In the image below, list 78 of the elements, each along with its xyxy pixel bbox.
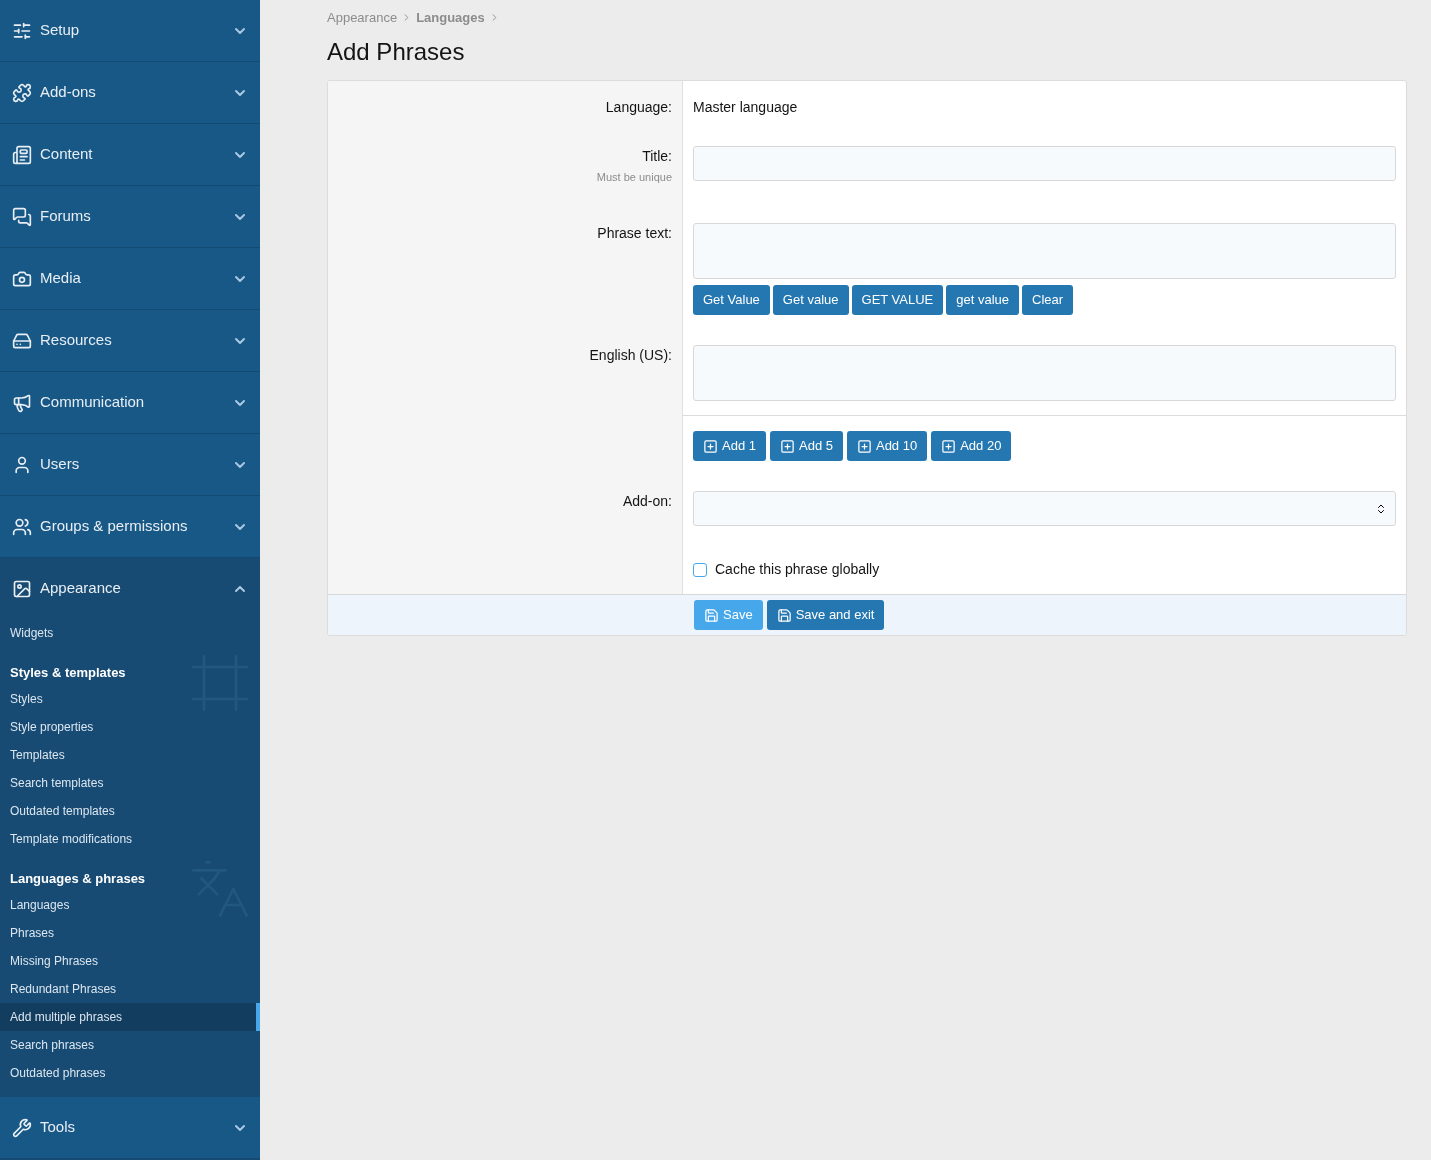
cache-label: Cache this phrase globally xyxy=(715,560,880,579)
get-value-button[interactable]: Get Value xyxy=(693,285,770,315)
add-button[interactable]: Add 20 xyxy=(931,431,1012,461)
get-value-button[interactable]: get value xyxy=(946,285,1020,315)
plus-icon xyxy=(941,438,957,454)
sidebar-section-header[interactable]: Setup xyxy=(0,0,260,61)
save-and-exit-button[interactable]: Save and exit xyxy=(766,600,885,630)
sidebar-section-label: Add-ons xyxy=(40,82,97,103)
sidebar-section-header[interactable]: Media xyxy=(0,248,260,309)
language-value: Master language xyxy=(693,97,799,117)
sidebar-section-header[interactable]: Users xyxy=(0,434,260,495)
sidebar-group-heading: Styles & templates xyxy=(10,663,126,682)
field-label: English (US): xyxy=(588,346,672,365)
sidebar-section-header[interactable]: Resources xyxy=(0,310,260,371)
sidebar-section-header[interactable]: Appearance xyxy=(0,558,260,619)
english-input[interactable] xyxy=(693,345,1396,401)
wrench-icon xyxy=(12,1117,32,1138)
add-button[interactable]: Add 1 xyxy=(693,431,766,461)
field-label: Language: xyxy=(604,97,672,117)
sidebar-section-label: Groups & permissions xyxy=(40,516,189,537)
sidebar-section-header[interactable]: Tools xyxy=(0,1097,260,1158)
plus-icon xyxy=(703,438,718,454)
add-button[interactable]: Add 5 xyxy=(770,431,843,461)
sidebar-section-header[interactable]: Add-ons xyxy=(0,62,260,123)
sidebar-section-label: Media xyxy=(40,268,82,289)
add-button[interactable]: Add 10 xyxy=(846,431,928,461)
sidebar-item[interactable]: Search phrases xyxy=(0,1031,260,1059)
sidebar-item[interactable]: Redundant Phrases xyxy=(0,975,260,1003)
field-label: Phrase text: xyxy=(596,224,672,243)
select-arrows-icon xyxy=(1375,502,1387,515)
sidebar-item[interactable]: Style properties xyxy=(0,713,260,741)
sidebar-item[interactable]: Styles xyxy=(0,685,260,713)
field-label: Add-on: xyxy=(621,492,672,511)
picture-icon xyxy=(12,578,32,599)
puzzle-icon xyxy=(12,82,32,103)
get-value-button[interactable]: GET VALUE xyxy=(851,285,944,315)
sidebar-item[interactable]: Missing Phrases xyxy=(0,947,260,975)
field-hint: Must be unique xyxy=(595,169,672,185)
megaphone-icon xyxy=(12,392,32,413)
sidebar-section-header[interactable]: Forums xyxy=(0,186,260,247)
sidebar-section-header[interactable]: Groups & permissions xyxy=(0,496,260,557)
sidebar-section-label: Forums xyxy=(40,206,92,227)
users-icon xyxy=(12,516,32,537)
phrase-text-input[interactable] xyxy=(693,223,1396,279)
plus-icon xyxy=(856,438,872,454)
sidebar-item[interactable]: Phrases xyxy=(0,919,260,947)
floppy-icon xyxy=(776,607,792,623)
sidebar-section-label: Content xyxy=(40,144,94,165)
sidebar-item[interactable]: Languages xyxy=(0,891,260,919)
page-title: Add Phrases xyxy=(327,36,466,67)
get-value-button[interactable]: Get value xyxy=(772,285,849,315)
sidebar-section-header[interactable]: Content xyxy=(0,124,260,185)
sidebar-item[interactable]: Outdated phrases xyxy=(0,1059,260,1087)
sidebar-section-label: Resources xyxy=(40,330,113,351)
user-icon xyxy=(12,454,32,475)
sidebar-section-label: Communication xyxy=(40,392,146,413)
title-input[interactable] xyxy=(693,145,1396,181)
field-label: Title: xyxy=(641,146,672,166)
sidebar-item[interactable]: Template modifications xyxy=(0,825,260,853)
sidebar-item[interactable]: Search templates xyxy=(0,769,260,797)
chat-icon xyxy=(12,206,32,227)
sidebar-section-label: Setup xyxy=(40,20,81,41)
cache-checkbox[interactable] xyxy=(693,562,707,577)
sidebar-section-label: Appearance xyxy=(40,578,122,599)
sidebar-section-label: Tools xyxy=(40,1117,77,1138)
sidebar-item[interactable]: Add multiple phrases xyxy=(0,1003,260,1031)
sidebar-item[interactable]: Outdated templates xyxy=(0,797,260,825)
plus-icon xyxy=(780,438,795,454)
sidebar-section-label: Users xyxy=(40,454,81,475)
sidebar-item[interactable]: Templates xyxy=(0,741,260,769)
newspaper-icon xyxy=(12,144,32,165)
get-value-button[interactable]: Clear xyxy=(1022,285,1074,315)
sidebar-item[interactable]: Widgets xyxy=(0,619,260,647)
floppy-icon xyxy=(704,607,719,623)
sidebar-section-header[interactable]: Communication xyxy=(0,372,260,433)
sliders-icon xyxy=(12,20,32,41)
sidebar-group-heading: Languages & phrases xyxy=(10,869,146,888)
addon-select[interactable] xyxy=(693,491,1396,526)
